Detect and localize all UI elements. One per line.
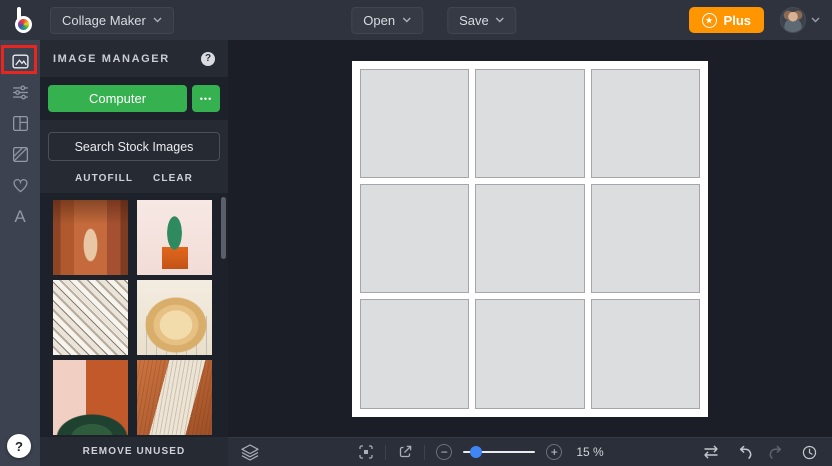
undo-icon xyxy=(737,445,752,460)
edit-adjust-icon xyxy=(11,83,30,102)
layers-button[interactable] xyxy=(240,443,260,461)
chevron-down-icon xyxy=(402,17,411,23)
image-manager-icon xyxy=(11,52,30,71)
thumbnail-cactus-in-orange-pot[interactable] xyxy=(137,200,212,275)
collage-cell[interactable] xyxy=(360,299,469,408)
chevron-down-icon xyxy=(811,17,820,23)
befunky-logo[interactable] xyxy=(14,6,38,34)
canvas-wrapper xyxy=(228,40,832,437)
export-arrow-icon xyxy=(397,444,413,460)
plus-label: Plus xyxy=(724,13,751,28)
layouts-icon xyxy=(11,114,30,133)
save-button[interactable]: Save xyxy=(447,7,517,34)
rail-item-layouts[interactable] xyxy=(0,108,40,139)
text-icon: A xyxy=(14,208,25,225)
file-actions: Open Save xyxy=(351,7,516,34)
thumbnail-grid xyxy=(40,193,228,437)
plus-upgrade-button[interactable]: ★ Plus xyxy=(689,7,764,33)
redo-button[interactable] xyxy=(769,445,784,460)
collage-cell[interactable] xyxy=(475,184,584,293)
history-button[interactable] xyxy=(801,444,818,461)
collage-cell[interactable] xyxy=(591,184,700,293)
collage-cell[interactable] xyxy=(475,69,584,178)
search-stock-images-button[interactable]: Search Stock Images xyxy=(48,132,220,161)
zoom-in-button[interactable]: + xyxy=(546,444,562,460)
rail-item-image-manager[interactable] xyxy=(0,46,40,77)
open-button[interactable]: Open xyxy=(351,7,423,34)
thumbnail-white-village-rooftops[interactable] xyxy=(53,280,128,355)
rail-item-graphics[interactable] xyxy=(0,139,40,170)
clock-history-icon xyxy=(801,444,818,461)
divider xyxy=(424,445,425,460)
fit-to-screen-button[interactable] xyxy=(358,444,374,460)
remove-unused-link[interactable]: REMOVE UNUSED xyxy=(83,446,186,457)
save-label: Save xyxy=(459,13,489,28)
chevron-down-icon xyxy=(153,17,162,23)
thumbnail-pastry-on-cooling-rack[interactable] xyxy=(137,280,212,355)
star-badge-icon: ★ xyxy=(702,13,717,28)
more-sources-button[interactable]: ••• xyxy=(192,85,220,112)
swap-arrows-icon xyxy=(702,444,720,460)
fit-to-screen-icon xyxy=(358,444,374,460)
collage-cell[interactable] xyxy=(360,69,469,178)
open-label: Open xyxy=(363,13,395,28)
history-controls xyxy=(702,444,820,461)
scrollbar[interactable] xyxy=(221,197,226,259)
graphics-icon xyxy=(11,145,30,164)
avatar xyxy=(780,7,806,33)
thumbnail-terracotta-hallway[interactable] xyxy=(53,200,128,275)
zoom-slider-knob[interactable] xyxy=(470,446,482,458)
autofill-clear-row: AUTOFILL CLEAR xyxy=(40,161,228,193)
clear-link[interactable]: CLEAR xyxy=(153,173,193,184)
rail-item-text[interactable]: A xyxy=(0,201,40,232)
upload-button-row: Computer ••• xyxy=(40,77,228,120)
rail-item-edit[interactable] xyxy=(0,77,40,108)
collage-cell[interactable] xyxy=(360,184,469,293)
panel-help-icon[interactable]: ? xyxy=(201,52,215,66)
top-bar: Collage Maker Open Save ★ Plus xyxy=(0,0,832,40)
workspace: − + 15 % xyxy=(228,40,832,466)
favorites-heart-icon xyxy=(11,176,30,195)
account-menu[interactable] xyxy=(780,7,820,33)
autofill-link[interactable]: AUTOFILL xyxy=(75,173,133,184)
chevron-down-icon xyxy=(496,17,505,23)
collage-canvas xyxy=(352,61,708,417)
divider xyxy=(385,445,386,460)
undo-button[interactable] xyxy=(737,445,752,460)
app-title: Collage Maker xyxy=(62,13,146,28)
collage-cell[interactable] xyxy=(475,299,584,408)
main-area: A ? IMAGE MANAGER ? Computer ••• Search … xyxy=(0,40,832,466)
image-manager-panel: IMAGE MANAGER ? Computer ••• Search Stoc… xyxy=(40,40,228,466)
bottom-toolbar: − + 15 % xyxy=(228,437,832,466)
help-button[interactable]: ? xyxy=(7,434,31,458)
tool-rail: A ? xyxy=(0,40,40,466)
collage-cell[interactable] xyxy=(591,299,700,408)
app-switcher-button[interactable]: Collage Maker xyxy=(50,7,174,34)
zoom-slider[interactable] xyxy=(463,451,535,453)
zoom-percent-label: 15 % xyxy=(576,445,603,459)
rail-item-favorites[interactable] xyxy=(0,170,40,201)
layers-icon xyxy=(240,443,260,461)
thumbnail-pink-orange-wall-with-plant[interactable] xyxy=(53,360,128,435)
compare-button[interactable] xyxy=(702,444,720,460)
panel-header: IMAGE MANAGER ? xyxy=(40,40,228,77)
thumbnail-open-book-on-orange-fabric[interactable] xyxy=(137,360,212,435)
remove-unused-row: REMOVE UNUSED xyxy=(40,437,228,466)
redo-icon xyxy=(769,445,784,460)
zoom-out-button[interactable]: − xyxy=(436,444,452,460)
collage-cell[interactable] xyxy=(591,69,700,178)
zoom-controls: − + 15 % xyxy=(358,444,603,460)
panel-title: IMAGE MANAGER xyxy=(53,53,170,65)
export-preview-button[interactable] xyxy=(397,444,413,460)
logo-color-wheel xyxy=(15,16,32,33)
computer-upload-button[interactable]: Computer xyxy=(48,85,187,112)
